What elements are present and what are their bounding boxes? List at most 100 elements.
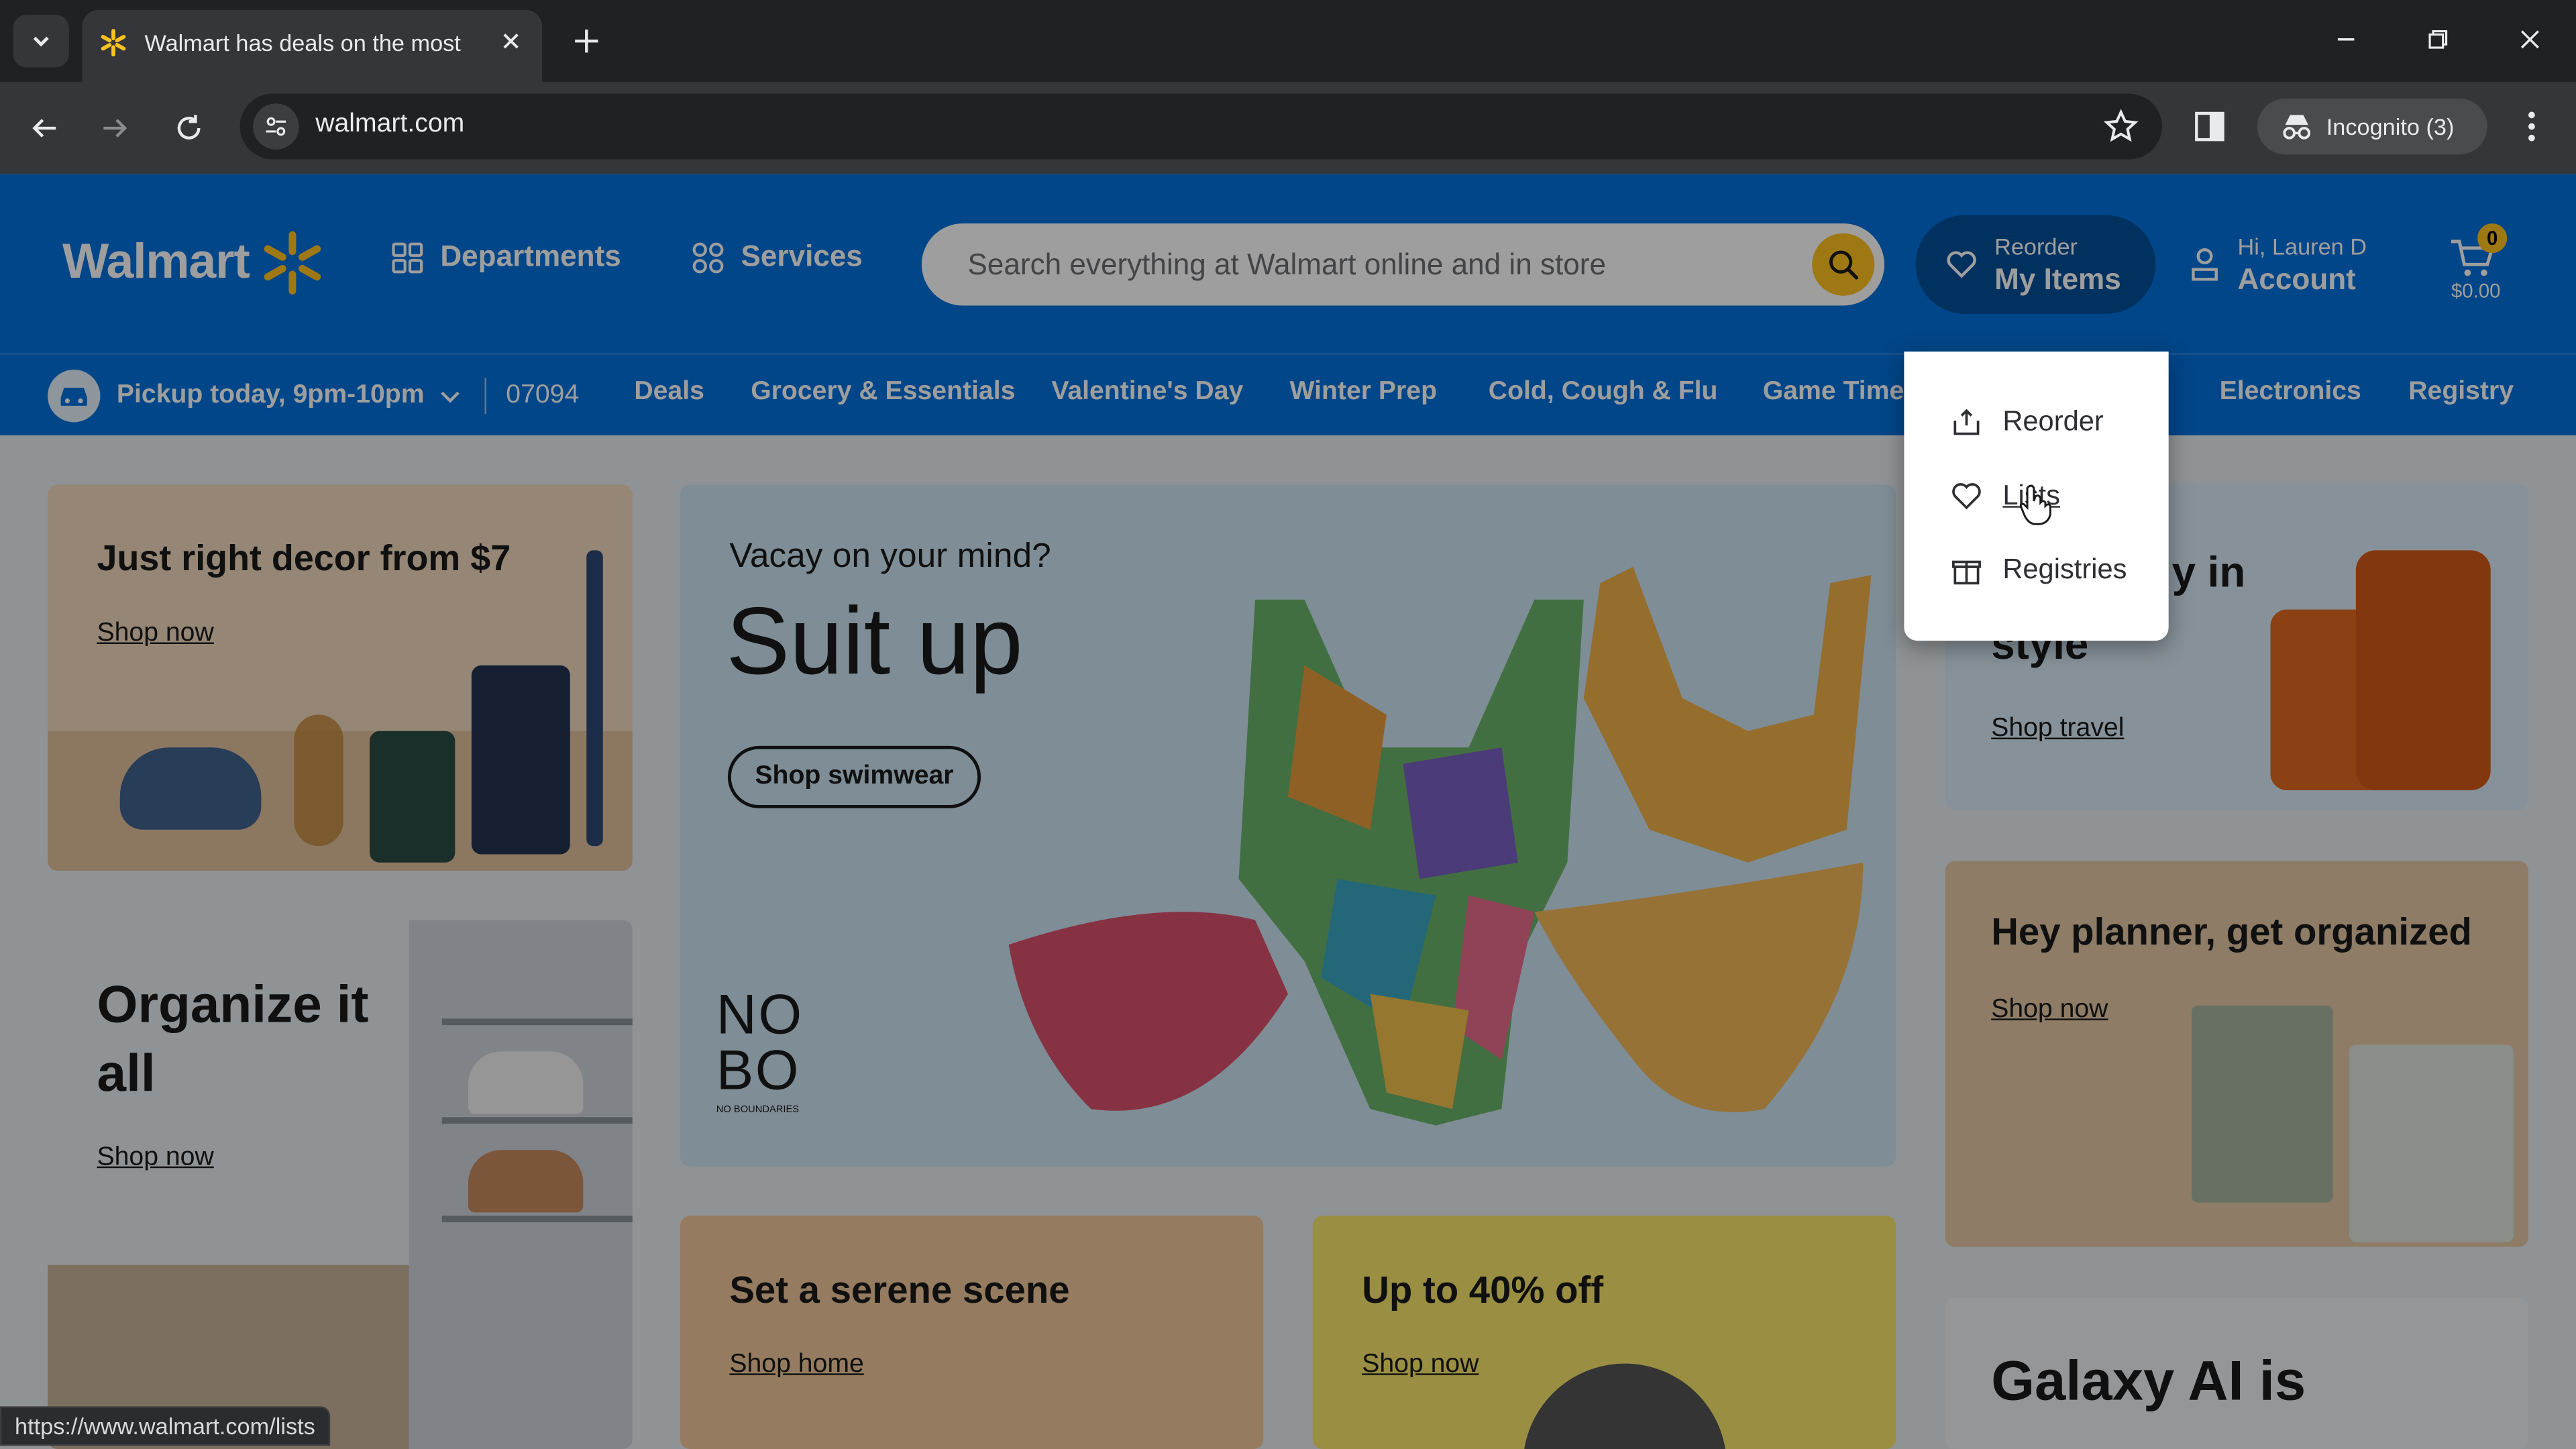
organize-title-line2: all <box>97 1043 156 1103</box>
shop-travel-link[interactable]: Shop travel <box>1991 714 2124 744</box>
bookmark-star-icon[interactable] <box>2103 109 2139 145</box>
no-boundaries-logo: NO BO NO BOUNDARIES <box>716 983 804 1116</box>
gift-icon <box>1952 560 1981 585</box>
nav-link-cold-flu[interactable]: Cold, Cough & Flu <box>1489 378 1718 407</box>
departments-button[interactable]: Departments <box>391 240 621 274</box>
restore-icon[interactable] <box>2415 16 2461 62</box>
shop-swimwear-button[interactable]: Shop swimwear <box>727 745 981 808</box>
nav-link-registry[interactable]: Registry <box>2408 378 2514 407</box>
dropdown-item-reorder[interactable]: Reorder <box>1950 401 2104 444</box>
tab-strip: Walmart has deals on the most <box>0 0 2576 83</box>
pickup-slot-button[interactable]: Pickup today, 9pm-10pm <box>117 381 425 411</box>
services-button[interactable]: Services <box>692 240 863 274</box>
browser-toolbar: walmart.com Incognito (3) <box>0 82 2576 174</box>
search-icon <box>1829 250 1859 280</box>
nav-link-deals[interactable]: Deals <box>634 378 704 407</box>
minimize-icon[interactable] <box>2323 16 2369 62</box>
shop-home-link[interactable]: Shop home <box>729 1350 863 1380</box>
my-items-label: My Items <box>1994 262 2121 296</box>
nav-link-valentines[interactable]: Valentine's Day <box>1051 378 1243 407</box>
walmart-spark-icon <box>101 29 126 57</box>
suitcase-large-image <box>2355 550 2491 790</box>
shoe-rack-image <box>409 920 633 1449</box>
planner-book-image <box>2349 1044 2514 1242</box>
galaxy-title: Galaxy AI is <box>1991 1350 2306 1413</box>
decor-card[interactable]: Just right decor from $7 Shop now <box>48 484 633 871</box>
reorder-icon <box>1953 409 1980 435</box>
departments-label: Departments <box>440 239 621 273</box>
nav-link-winter-prep[interactable]: Winter Prep <box>1289 378 1437 407</box>
status-bar-url: https://www.walmart.com/lists <box>0 1406 330 1446</box>
decor-bowl-image <box>119 747 262 830</box>
services-icon <box>692 241 724 273</box>
decor-vase-image <box>294 714 343 847</box>
window-close-icon[interactable] <box>2507 16 2553 62</box>
sale-shop-now-link[interactable]: Shop now <box>1362 1350 1479 1380</box>
sale-product-image <box>1523 1363 1727 1449</box>
walmart-spark-icon <box>264 231 321 294</box>
organize-shop-now-link[interactable]: Shop now <box>97 1144 213 1173</box>
cart-button[interactable]: 0 $0.00 <box>2441 223 2517 305</box>
back-arrow-icon[interactable] <box>19 103 68 152</box>
tab-close-icon[interactable] <box>496 26 526 56</box>
reorder-label: Reorder <box>1994 233 2078 260</box>
search-input[interactable] <box>967 223 1789 306</box>
forward-arrow-icon[interactable] <box>91 103 140 152</box>
secondary-nav: Pickup today, 9pm-10pm 07094 Deals Groce… <box>0 353 2576 435</box>
address-bar[interactable]: walmart.com <box>239 93 2162 160</box>
chevron-down-icon <box>33 36 49 47</box>
heart-icon <box>1947 251 1976 278</box>
planner-title: Hey planner, get organized <box>1991 910 2472 953</box>
nav-link-game-time[interactable]: Game Time <box>1763 378 1904 407</box>
zip-code[interactable]: 07094 <box>506 381 579 411</box>
incognito-badge[interactable]: Incognito (3) <box>2257 98 2487 155</box>
cart-total: $0.00 <box>2451 279 2501 303</box>
site-info-icon[interactable] <box>253 103 299 150</box>
site-header: Walmart Departments Services Search ever… <box>0 174 2576 354</box>
main-content: Just right decor from $7 Shop now Vacay … <box>0 435 2576 1449</box>
sale-title: Up to 40% off <box>1362 1268 1604 1311</box>
serene-title: Set a serene scene <box>729 1268 1070 1311</box>
dropdown-item-registries[interactable]: Registries <box>1950 549 2127 592</box>
nav-link-grocery[interactable]: Grocery & Essentials <box>751 378 1015 407</box>
tab-search-button[interactable] <box>13 15 69 68</box>
planner-notebook-image <box>2191 1005 2333 1203</box>
planner-shop-now-link[interactable]: Shop now <box>1991 996 2108 1025</box>
decor-title: Just right decor from $7 <box>97 537 511 579</box>
travel-title: y in <box>2171 547 2246 596</box>
incognito-icon <box>2283 115 2311 140</box>
incognito-label: Incognito (3) <box>2326 113 2455 140</box>
services-label: Services <box>741 239 863 273</box>
side-panel-icon[interactable] <box>2192 105 2228 148</box>
decor-shop-now-link[interactable]: Shop now <box>97 619 213 649</box>
browser-tab[interactable]: Walmart has deals on the most <box>82 9 543 83</box>
user-icon <box>2192 248 2218 281</box>
swimwear-image <box>1008 566 1872 1126</box>
search-button[interactable] <box>1812 233 1875 296</box>
grid-icon <box>392 241 423 273</box>
dropdown-reorder-label: Reorder <box>2002 405 2104 437</box>
serene-card[interactable]: Set a serene scene Shop home <box>680 1216 1264 1449</box>
url-text[interactable]: walmart.com <box>315 110 464 140</box>
cart-count-badge: 0 <box>2477 223 2508 254</box>
reorder-my-items-button[interactable]: Reorder My Items <box>1915 215 2156 314</box>
planner-card[interactable]: Hey planner, get organized Shop now <box>1945 861 2529 1247</box>
decor-candle-image <box>370 731 455 863</box>
chevron-down-icon[interactable] <box>437 383 463 409</box>
organize-card[interactable]: Organize it all Shop now <box>48 920 633 1449</box>
decor-jar-image <box>471 665 570 855</box>
new-tab-icon[interactable] <box>565 19 608 62</box>
sale-card[interactable]: Up to 40% off Shop now <box>1312 1216 1896 1449</box>
walmart-logo[interactable]: Walmart <box>62 227 325 299</box>
nav-link-electronics[interactable]: Electronics <box>2220 378 2361 407</box>
tab-title: Walmart has deals on the most <box>144 30 461 56</box>
browser-menu-icon[interactable] <box>2514 105 2550 148</box>
heart-icon <box>1952 483 1981 510</box>
decor-taper-image <box>586 550 603 847</box>
account-label: Account <box>2237 262 2356 296</box>
account-button[interactable]: Hi, Lauren D Account <box>2188 230 2385 303</box>
hand-cursor-icon <box>2019 484 2051 525</box>
galaxy-card[interactable]: Galaxy AI is <box>1945 1297 2529 1449</box>
reload-icon[interactable] <box>164 103 213 152</box>
swimwear-hero-card[interactable]: Vacay on your mind? Suit up Shop swimwea… <box>680 484 1896 1167</box>
